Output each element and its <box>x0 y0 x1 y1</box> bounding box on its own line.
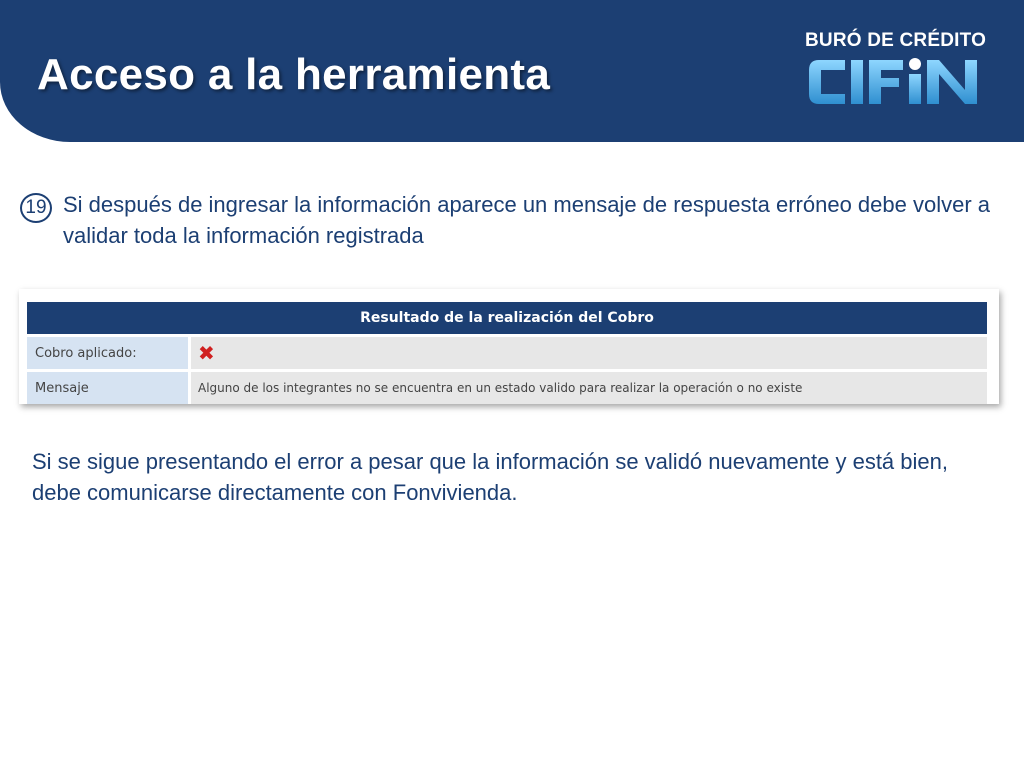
result-table: Resultado de la realización del Cobro Co… <box>27 299 987 407</box>
mensaje-value: Alguno de los integrantes no se encuentr… <box>188 372 987 404</box>
cobro-aplicado-label: Cobro aplicado: <box>27 337 188 369</box>
note-paragraph: Si se sigue presentando el error a pesar… <box>32 449 948 505</box>
step-number-badge: 19 <box>20 193 52 223</box>
page-title: Acceso a la herramienta <box>37 50 551 99</box>
table-row: Cobro aplicado: ✖ <box>27 337 987 369</box>
logo-tagline: BURÓ DE CRÉDITO <box>805 30 987 51</box>
step-instruction: Si después de ingresar la información ap… <box>63 192 991 248</box>
result-table-header: Resultado de la realización del Cobro <box>27 302 987 334</box>
cobro-aplicado-value: ✖ <box>188 337 987 369</box>
cifin-logo: BURÓ DE CRÉDITO <box>805 30 987 112</box>
slide-header: Acceso a la herramienta BURÓ DE CRÉDITO <box>0 0 1024 142</box>
mensaje-label: Mensaje <box>27 372 188 404</box>
table-row: Mensaje Alguno de los integrantes no se … <box>27 372 987 404</box>
result-screenshot-panel: Resultado de la realización del Cobro Co… <box>19 289 999 404</box>
cifin-wordmark-icon <box>809 58 977 104</box>
error-x-icon: ✖ <box>198 341 215 365</box>
